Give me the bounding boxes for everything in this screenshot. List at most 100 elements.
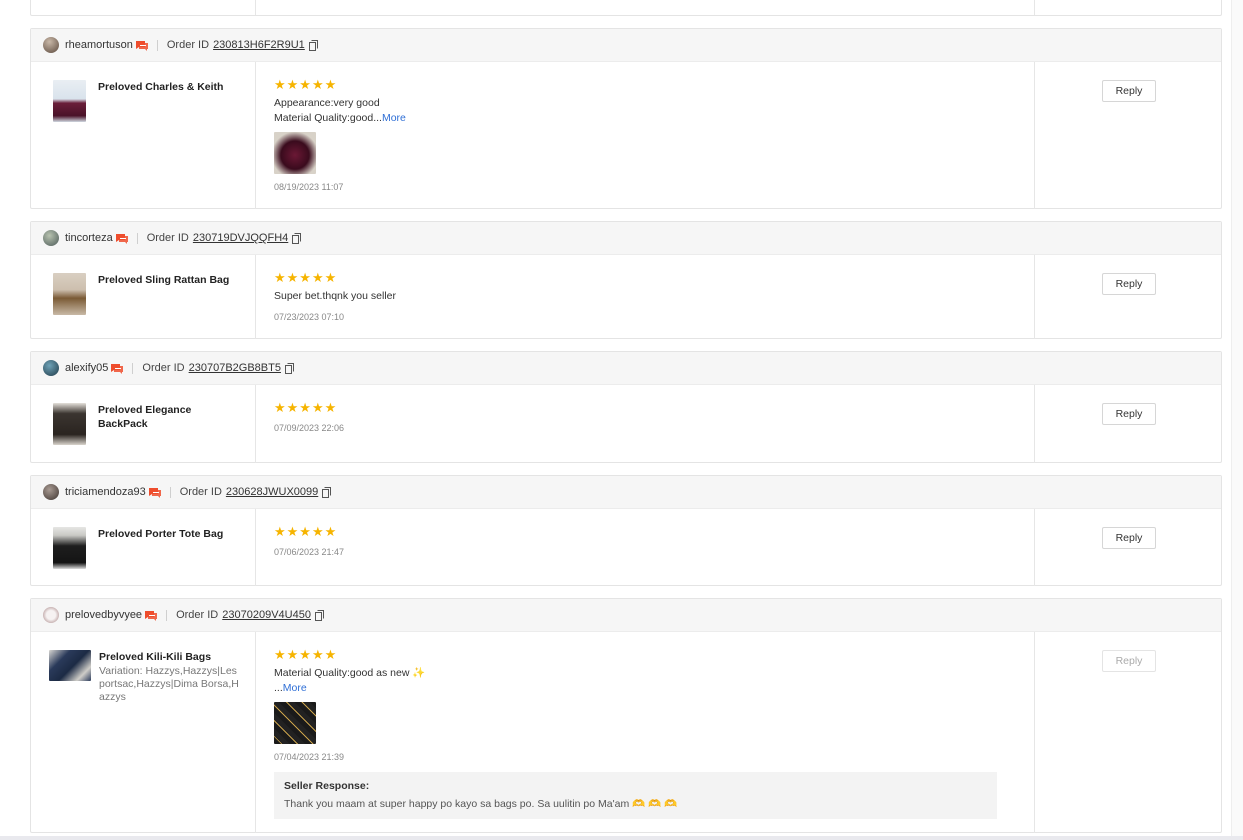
review-card-header: triciamendoza93 Order ID 230628JWUX0099: [31, 476, 1221, 509]
review-card-header: prelovedbyvyee Order ID 23070209V4U450: [31, 599, 1221, 632]
product-column: Preloved Porter Tote Bag: [31, 509, 256, 586]
chat-icon[interactable]: [110, 363, 124, 374]
review-column: [256, 0, 1035, 15]
product-name[interactable]: Preloved Kili-Kili Bags: [99, 650, 239, 664]
review-card: prelovedbyvyee Order ID 23070209V4U450 P…: [30, 598, 1222, 833]
product-column: Preloved Elegance BackPack: [31, 385, 256, 463]
reply-button-disabled[interactable]: Reply: [1102, 650, 1156, 672]
user-avatar[interactable]: [43, 37, 59, 53]
product-column: Preloved Charles & Keith: [31, 62, 256, 209]
username[interactable]: tincorteza: [65, 232, 113, 244]
seller-response-text: Thank you maam at super happy po kayo sa…: [284, 798, 678, 810]
action-column: Reply: [1035, 385, 1221, 463]
order-id-link[interactable]: 230707B2GB8BT5: [189, 362, 281, 374]
product-variation: Variation: Hazzys,Hazzys|Lesportsac,Hazz…: [99, 665, 239, 703]
divider: [156, 39, 158, 51]
order-id-link[interactable]: 230628JWUX0099: [226, 486, 318, 498]
chat-icon[interactable]: [148, 487, 161, 498]
username[interactable]: prelovedbyvyee: [65, 609, 142, 621]
product-column: Preloved Kili-Kili Bags Variation: Hazzy…: [31, 632, 256, 833]
review-text: Super bet.thqnk you seller: [274, 290, 396, 302]
user-avatar[interactable]: [43, 607, 59, 623]
reviews-panel: rheamortuson Order ID 230813H6F2R9U1 Pre…: [10, 0, 1230, 840]
more-link[interactable]: More: [382, 112, 406, 124]
review-date: 07/04/2023 21:39: [274, 752, 345, 762]
username[interactable]: triciamendoza93: [65, 486, 146, 498]
product-thumbnail[interactable]: [53, 273, 86, 315]
divider: [166, 609, 168, 621]
reply-button[interactable]: Reply: [1102, 527, 1156, 549]
star-rating: ★★★★★: [274, 647, 338, 662]
star-rating: ★★★★★: [274, 270, 338, 285]
copy-icon[interactable]: [308, 39, 318, 51]
user-avatar[interactable]: [43, 230, 59, 246]
review-column: ★★★★★ 07/09/2023 22:06: [256, 385, 1035, 463]
product-thumbnail[interactable]: [53, 527, 86, 569]
review-text: Material Quality:good...More: [274, 112, 406, 124]
action-column: Reply: [1035, 509, 1221, 586]
order-id-link[interactable]: 23070209V4U450: [222, 609, 311, 621]
username[interactable]: alexify05: [65, 362, 108, 374]
product-name[interactable]: Preloved Porter Tote Bag: [98, 527, 223, 541]
divider: [136, 232, 138, 244]
product-name[interactable]: Preloved Charles & Keith: [98, 80, 223, 94]
product-thumbnail[interactable]: [49, 650, 91, 681]
copy-icon[interactable]: [322, 486, 332, 498]
star-rating: ★★★★★: [274, 524, 338, 539]
order-id-label: Order ID: [166, 39, 210, 51]
review-card-header: rheamortuson Order ID 230813H6F2R9U1: [31, 29, 1221, 62]
more-link[interactable]: More: [283, 682, 307, 694]
review-column: ★★★★★ Appearance:very good Material Qual…: [256, 62, 1035, 209]
star-rating: ★★★★★: [274, 400, 338, 415]
review-date: 08/19/2023 11:07: [274, 182, 344, 192]
review-text: Appearance:very good: [274, 97, 380, 109]
copy-icon[interactable]: [292, 232, 302, 244]
product-column: [31, 0, 256, 15]
review-card: rheamortuson Order ID 230813H6F2R9U1 Pre…: [30, 28, 1222, 209]
review-card: tincorteza Order ID 230719DVJQQFH4 Prelo…: [30, 221, 1222, 339]
review-column: ★★★★★ 07/06/2023 21:47: [256, 509, 1035, 586]
reply-button[interactable]: Reply: [1102, 80, 1156, 102]
review-date: 07/09/2023 22:06: [274, 423, 345, 433]
product-thumbnail[interactable]: [53, 80, 86, 122]
product-column: Preloved Sling Rattan Bag: [31, 255, 256, 339]
reply-button[interactable]: Reply: [1102, 403, 1156, 425]
review-column: ★★★★★ Material Quality:good as new ✨ ...…: [256, 632, 1035, 833]
divider: [132, 362, 134, 374]
chat-icon[interactable]: [115, 233, 128, 244]
review-card-partial: [30, 0, 1222, 16]
review-card: triciamendoza93 Order ID 230628JWUX0099 …: [30, 475, 1222, 586]
seller-response-box: Seller Response: Thank you maam at super…: [274, 772, 997, 819]
divider: [169, 486, 171, 498]
copy-icon[interactable]: [284, 362, 294, 374]
heart-hands-emoji: 🫶 🫶 🫶: [632, 798, 678, 810]
bottom-edge: [0, 836, 1243, 840]
product-name[interactable]: Preloved Sling Rattan Bag: [98, 273, 229, 287]
order-id-link[interactable]: 230813H6F2R9U1: [213, 39, 305, 51]
username[interactable]: rheamortuson: [65, 39, 133, 51]
review-date: 07/23/2023 07:10: [274, 312, 345, 322]
product-thumbnail[interactable]: [53, 403, 86, 445]
review-photo[interactable]: [274, 702, 316, 744]
copy-icon[interactable]: [314, 609, 324, 621]
action-column: [1035, 0, 1221, 15]
order-id-label: Order ID: [146, 232, 189, 244]
reply-button[interactable]: Reply: [1102, 273, 1156, 295]
review-card: alexify05 Order ID 230707B2GB8BT5 Prelov…: [30, 351, 1222, 463]
order-id-link[interactable]: 230719DVJQQFH4: [193, 232, 288, 244]
action-column: Reply: [1035, 62, 1221, 209]
action-column: Reply: [1035, 255, 1221, 339]
star-rating: ★★★★★: [274, 77, 338, 92]
user-avatar[interactable]: [43, 484, 59, 500]
chat-icon[interactable]: [144, 610, 158, 621]
user-avatar[interactable]: [43, 360, 59, 376]
chat-icon[interactable]: [135, 40, 148, 51]
product-name[interactable]: Preloved Elegance BackPack: [98, 403, 243, 431]
scrollbar-track[interactable]: [1231, 0, 1243, 840]
seller-response-title: Seller Response:: [284, 780, 370, 792]
order-id-label: Order ID: [179, 486, 222, 498]
review-photo[interactable]: [274, 132, 316, 174]
review-text: Material Quality:good as new ✨: [274, 667, 426, 679]
order-id-label: Order ID: [142, 362, 185, 374]
review-date: 07/06/2023 21:47: [274, 547, 345, 557]
